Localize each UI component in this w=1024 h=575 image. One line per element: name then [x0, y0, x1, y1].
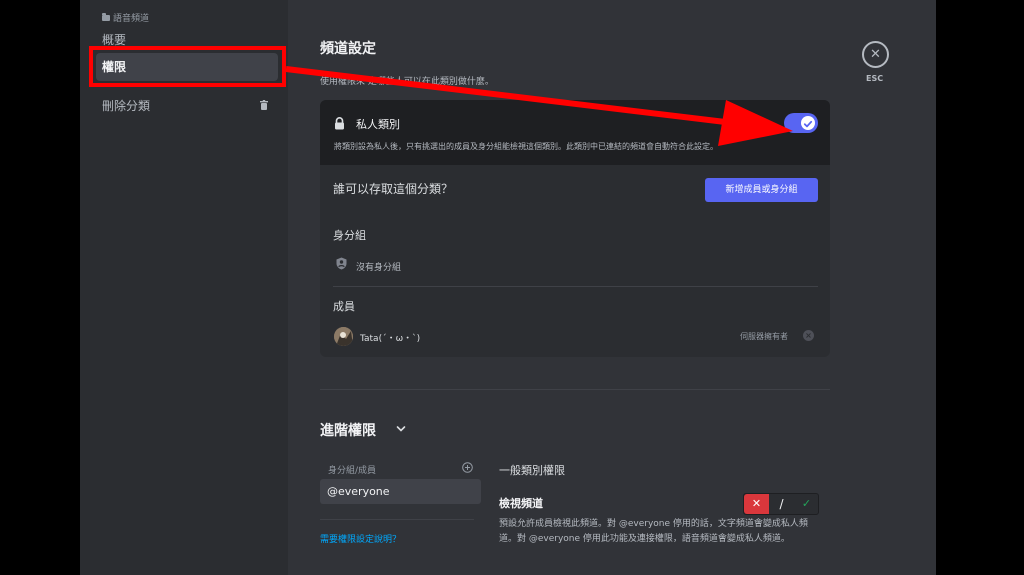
toggle-knob	[801, 116, 815, 130]
permission-description: 預設允許成員檢視此頻道。對 @everyone 停用的話，文字頻道會變成私人頻道…	[499, 519, 808, 544]
page-subtitle: 使用權限來 定哪些人可以在此類別做什麼。	[320, 77, 494, 87]
add-role-icon[interactable]	[462, 462, 473, 473]
private-category-card: 私人類別 將類別設為私人後，只有挑選出的成員及身分組能檢視這個類別。此類別中已連…	[320, 100, 830, 357]
lock-icon	[335, 117, 344, 130]
left-backdrop	[0, 0, 80, 575]
add-members-or-roles-button[interactable]: 新增成員或身分組	[705, 178, 818, 202]
deny-button[interactable]: ✕	[744, 494, 769, 514]
private-category-header: 私人類別 將類別設為私人後，只有挑選出的成員及身分組能檢視這個類別。此類別中已連…	[320, 100, 830, 165]
sidebar-item-label: 概要	[102, 33, 127, 47]
private-category-label: 私人類別	[356, 118, 400, 131]
trash-icon	[260, 100, 268, 110]
permission-section-heading: 一般類別權限	[499, 464, 565, 477]
sidebar-category-header: 語音頻道	[102, 11, 149, 24]
card-divider	[333, 286, 818, 287]
page-title: 頻道設定	[320, 41, 376, 57]
list-divider	[320, 519, 474, 520]
avatar-image	[334, 327, 353, 346]
avatar	[334, 327, 353, 346]
neutral-button[interactable]: /	[769, 494, 794, 514]
permission-name: 檢視頻道	[499, 497, 543, 510]
remove-member-icon[interactable]: ×	[803, 330, 814, 341]
annotation-highlight-box	[89, 46, 286, 87]
allow-button[interactable]: ✓	[794, 494, 819, 514]
members-heading: 成員	[333, 300, 355, 313]
sidebar-category-label: 語音頻道	[113, 14, 150, 24]
roles-members-heading: 身分組/成員	[328, 466, 377, 476]
close-icon[interactable]: ✕	[862, 41, 889, 68]
shield-icon	[336, 257, 347, 270]
sidebar-item-label: 刪除分類	[102, 99, 151, 113]
sidebar-item-delete-category[interactable]: 刪除分類	[96, 92, 278, 120]
owner-badge: 伺服器擁有者	[740, 332, 788, 341]
private-category-toggle[interactable]	[784, 113, 818, 133]
esc-label: ESC	[866, 74, 884, 83]
folder-icon	[102, 12, 110, 21]
roles-heading: 身分組	[333, 229, 366, 242]
member-name: Tata(´・ω・`)	[360, 334, 421, 344]
chevron-down-icon[interactable]	[396, 425, 406, 433]
access-question: 誰可以存取這個分類？	[333, 182, 454, 196]
role-item-everyone[interactable]: @everyone	[320, 479, 481, 504]
permissions-help-link[interactable]: 需要權限設定說明？	[320, 532, 401, 545]
permission-tristate-switch: ✕ / ✓	[743, 493, 819, 515]
right-backdrop	[936, 0, 1024, 575]
private-category-description: 將類別設為私人後，只有挑選出的成員及身分組能檢視這個類別。此類別中已連結的頻道會…	[334, 142, 718, 151]
advanced-permissions-title[interactable]: 進階權限	[320, 420, 376, 440]
no-roles-text: 沒有身分組	[356, 263, 402, 273]
section-divider	[320, 389, 830, 390]
check-icon	[803, 120, 813, 128]
